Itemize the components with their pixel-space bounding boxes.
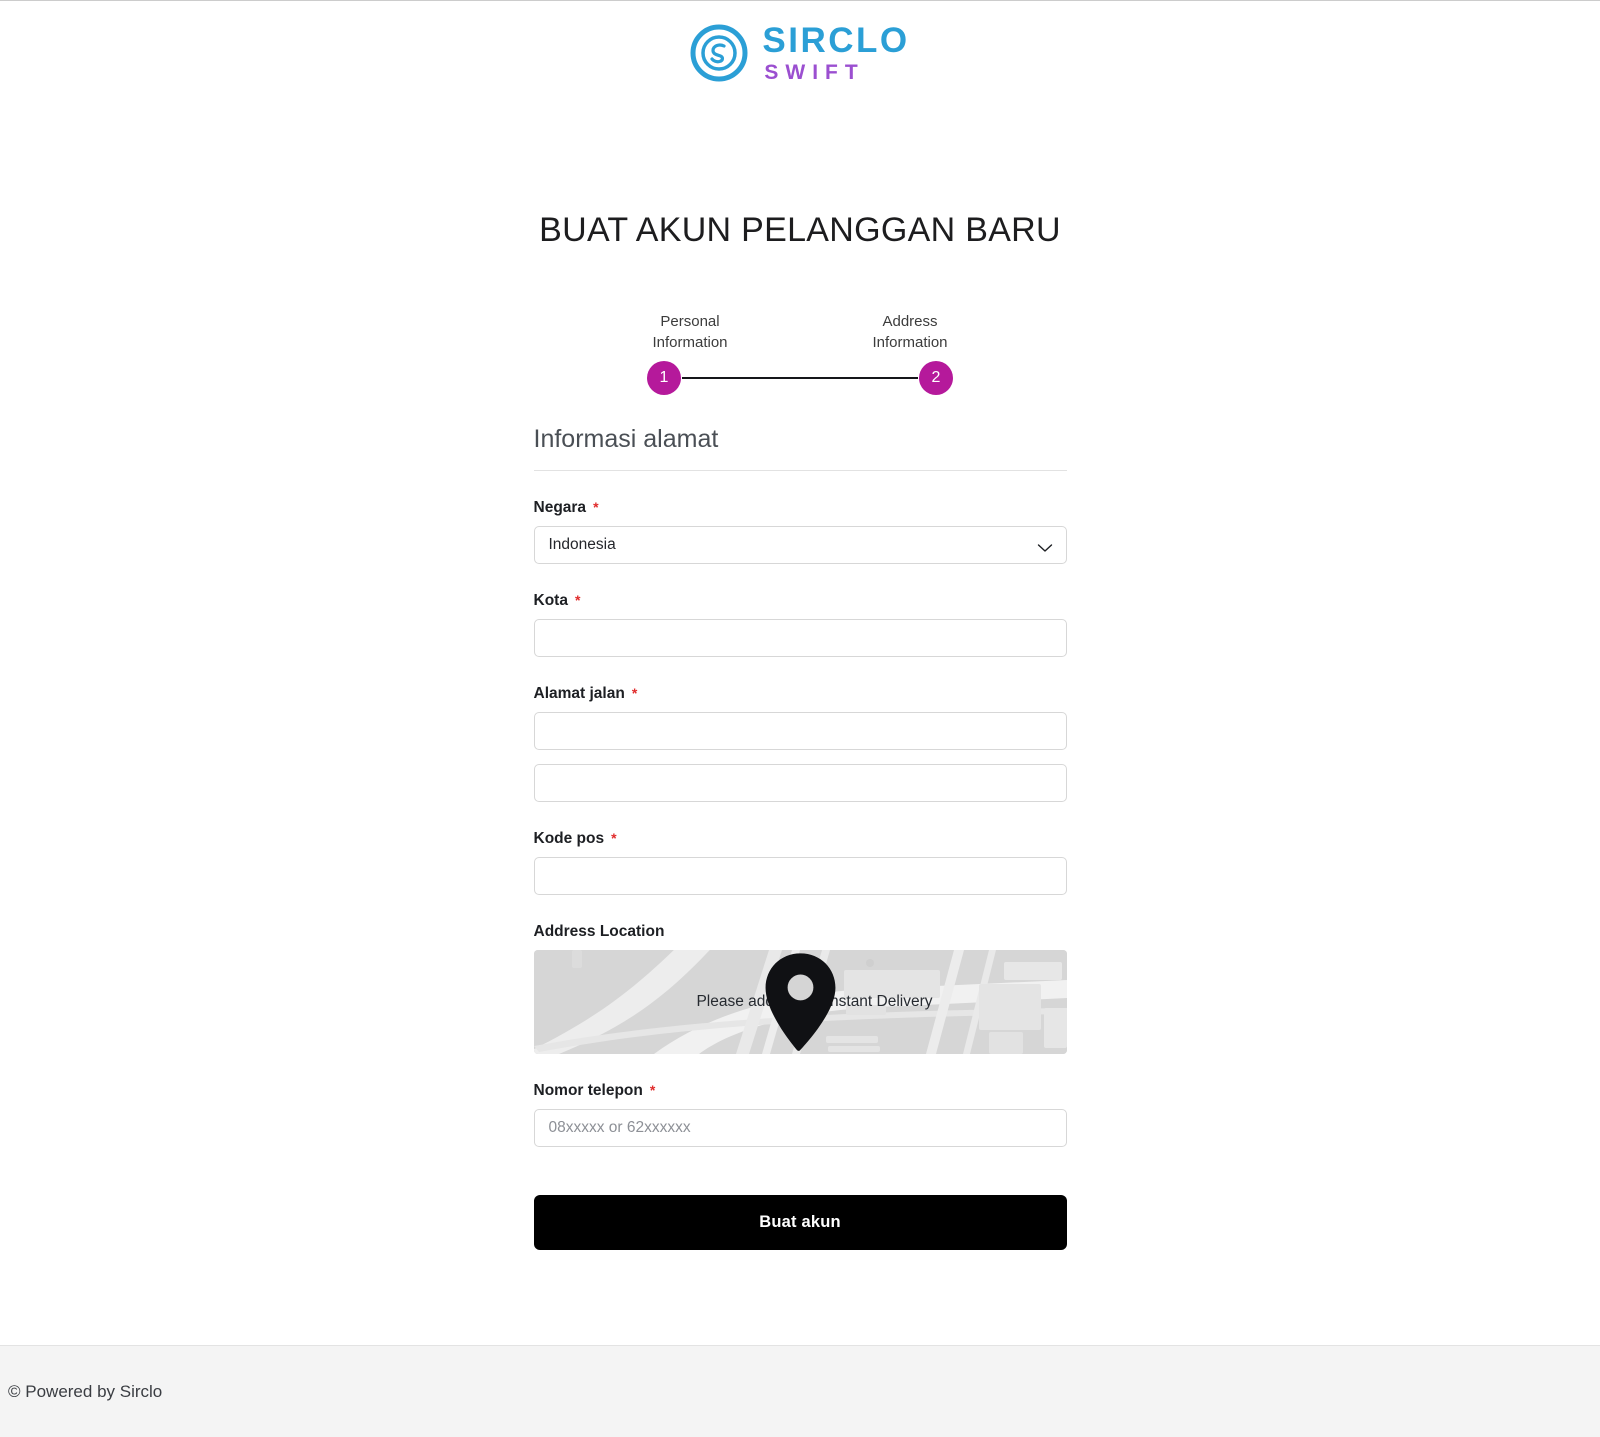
brand-name-secondary: SWIFT — [764, 61, 865, 84]
form-section-heading: Informasi alamat — [533, 425, 1067, 471]
sirclo-circle-swirl-icon — [690, 24, 748, 82]
stepper-labels: Personal Information Address Information — [630, 311, 970, 353]
label-country: Negara * — [534, 499, 1067, 517]
step-label-address-information: Address Information — [872, 312, 948, 351]
required-marker: * — [649, 1081, 656, 1098]
label-country-text: Negara — [533, 498, 587, 516]
brand-logo[interactable]: SIRCLO SWIFT — [690, 23, 909, 83]
label-street-address-text: Alamat jalan — [533, 684, 625, 702]
street-address-line2-input[interactable] — [533, 763, 1067, 802]
field-address-location: Address Location Please add Instant Deli… — [533, 923, 1067, 1054]
address-location-map[interactable]: Please add pin for Instant Delivery — [533, 949, 1067, 1054]
site-footer: © Powered by Sirclo — [0, 1345, 1600, 1437]
progress-stepper: Personal Information Address Information… — [630, 311, 970, 395]
required-marker: * — [631, 684, 638, 701]
label-postcode-text: Kode pos — [533, 829, 605, 847]
field-country: Negara * Indonesia — [533, 499, 1067, 564]
label-phone: Nomor telepon * — [534, 1082, 1067, 1100]
map-overlay: Please add pin for Instant Delivery — [534, 950, 1067, 1054]
page-title: BUAT AKUN PELANGGAN BARU — [539, 211, 1061, 249]
brand-wordmark: SIRCLO SWIFT — [762, 23, 909, 83]
map-pin-icon — [667, 953, 835, 1051]
step-circle-2[interactable]: 2 — [919, 360, 953, 395]
step-label-personal-information: Personal Information — [652, 312, 728, 351]
label-city-text: Kota — [533, 591, 568, 609]
required-marker: * — [574, 591, 581, 608]
country-select[interactable]: Indonesia — [533, 525, 1067, 564]
address-information-form: Informasi alamat Negara * Indonesia Kota * — [533, 425, 1067, 1250]
stepper-track: 1 2 — [630, 360, 970, 395]
required-marker: * — [593, 498, 599, 515]
label-phone-text: Nomor telepon — [533, 1081, 643, 1099]
field-street-address: Alamat jalan * — [533, 685, 1067, 802]
stepper-connector-line — [682, 376, 918, 379]
main-content: BUAT AKUN PELANGGAN BARU Personal Inform… — [0, 83, 1600, 1320]
postcode-input[interactable] — [533, 856, 1067, 895]
city-input[interactable] — [533, 618, 1067, 657]
field-city: Kota * — [533, 592, 1067, 657]
label-address-location: Address Location — [534, 923, 1067, 941]
required-marker: * — [611, 829, 617, 846]
site-header: SIRCLO SWIFT — [0, 1, 1600, 83]
label-city: Kota * — [534, 592, 1067, 610]
footer-copyright: © Powered by Sirclo — [8, 1381, 163, 1401]
phone-input[interactable] — [533, 1108, 1067, 1147]
street-address-line1-input[interactable] — [533, 711, 1067, 750]
create-account-button[interactable]: Buat akun — [533, 1194, 1067, 1250]
field-phone: Nomor telepon * — [533, 1082, 1067, 1147]
label-postcode: Kode pos * — [534, 830, 1067, 848]
label-street-address: Alamat jalan * — [534, 685, 1067, 703]
step-circle-1[interactable]: 1 — [647, 360, 681, 395]
brand-name-primary: SIRCLO — [762, 21, 910, 60]
field-postcode: Kode pos * — [533, 830, 1067, 895]
label-address-location-text: Address Location — [533, 922, 665, 940]
country-select-wrapper: Indonesia — [533, 525, 1067, 564]
